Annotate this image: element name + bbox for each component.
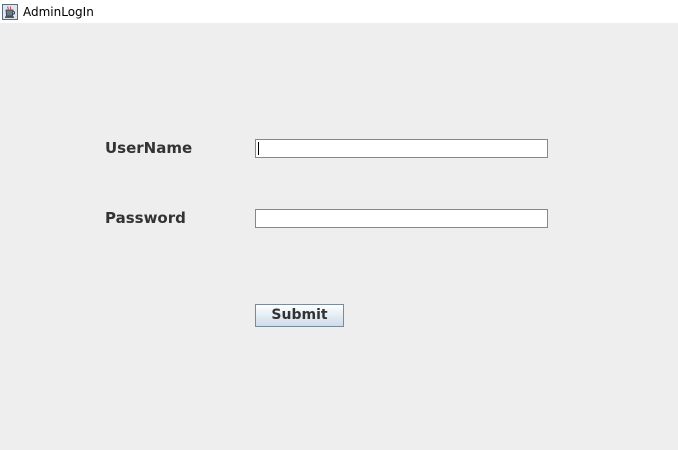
password-label: Password [105,209,186,227]
admin-login-window: AdminLogIn UserName Password Submit [0,0,678,450]
username-label: UserName [105,139,193,157]
title-bar: AdminLogIn [0,0,678,23]
login-form: UserName Password Submit [0,23,678,450]
text-caret [258,142,259,155]
password-field[interactable] [255,209,548,228]
java-coffee-cup-icon [2,3,18,20]
username-field[interactable] [255,139,548,158]
window-title: AdminLogIn [23,4,94,19]
submit-button[interactable]: Submit [255,304,344,327]
